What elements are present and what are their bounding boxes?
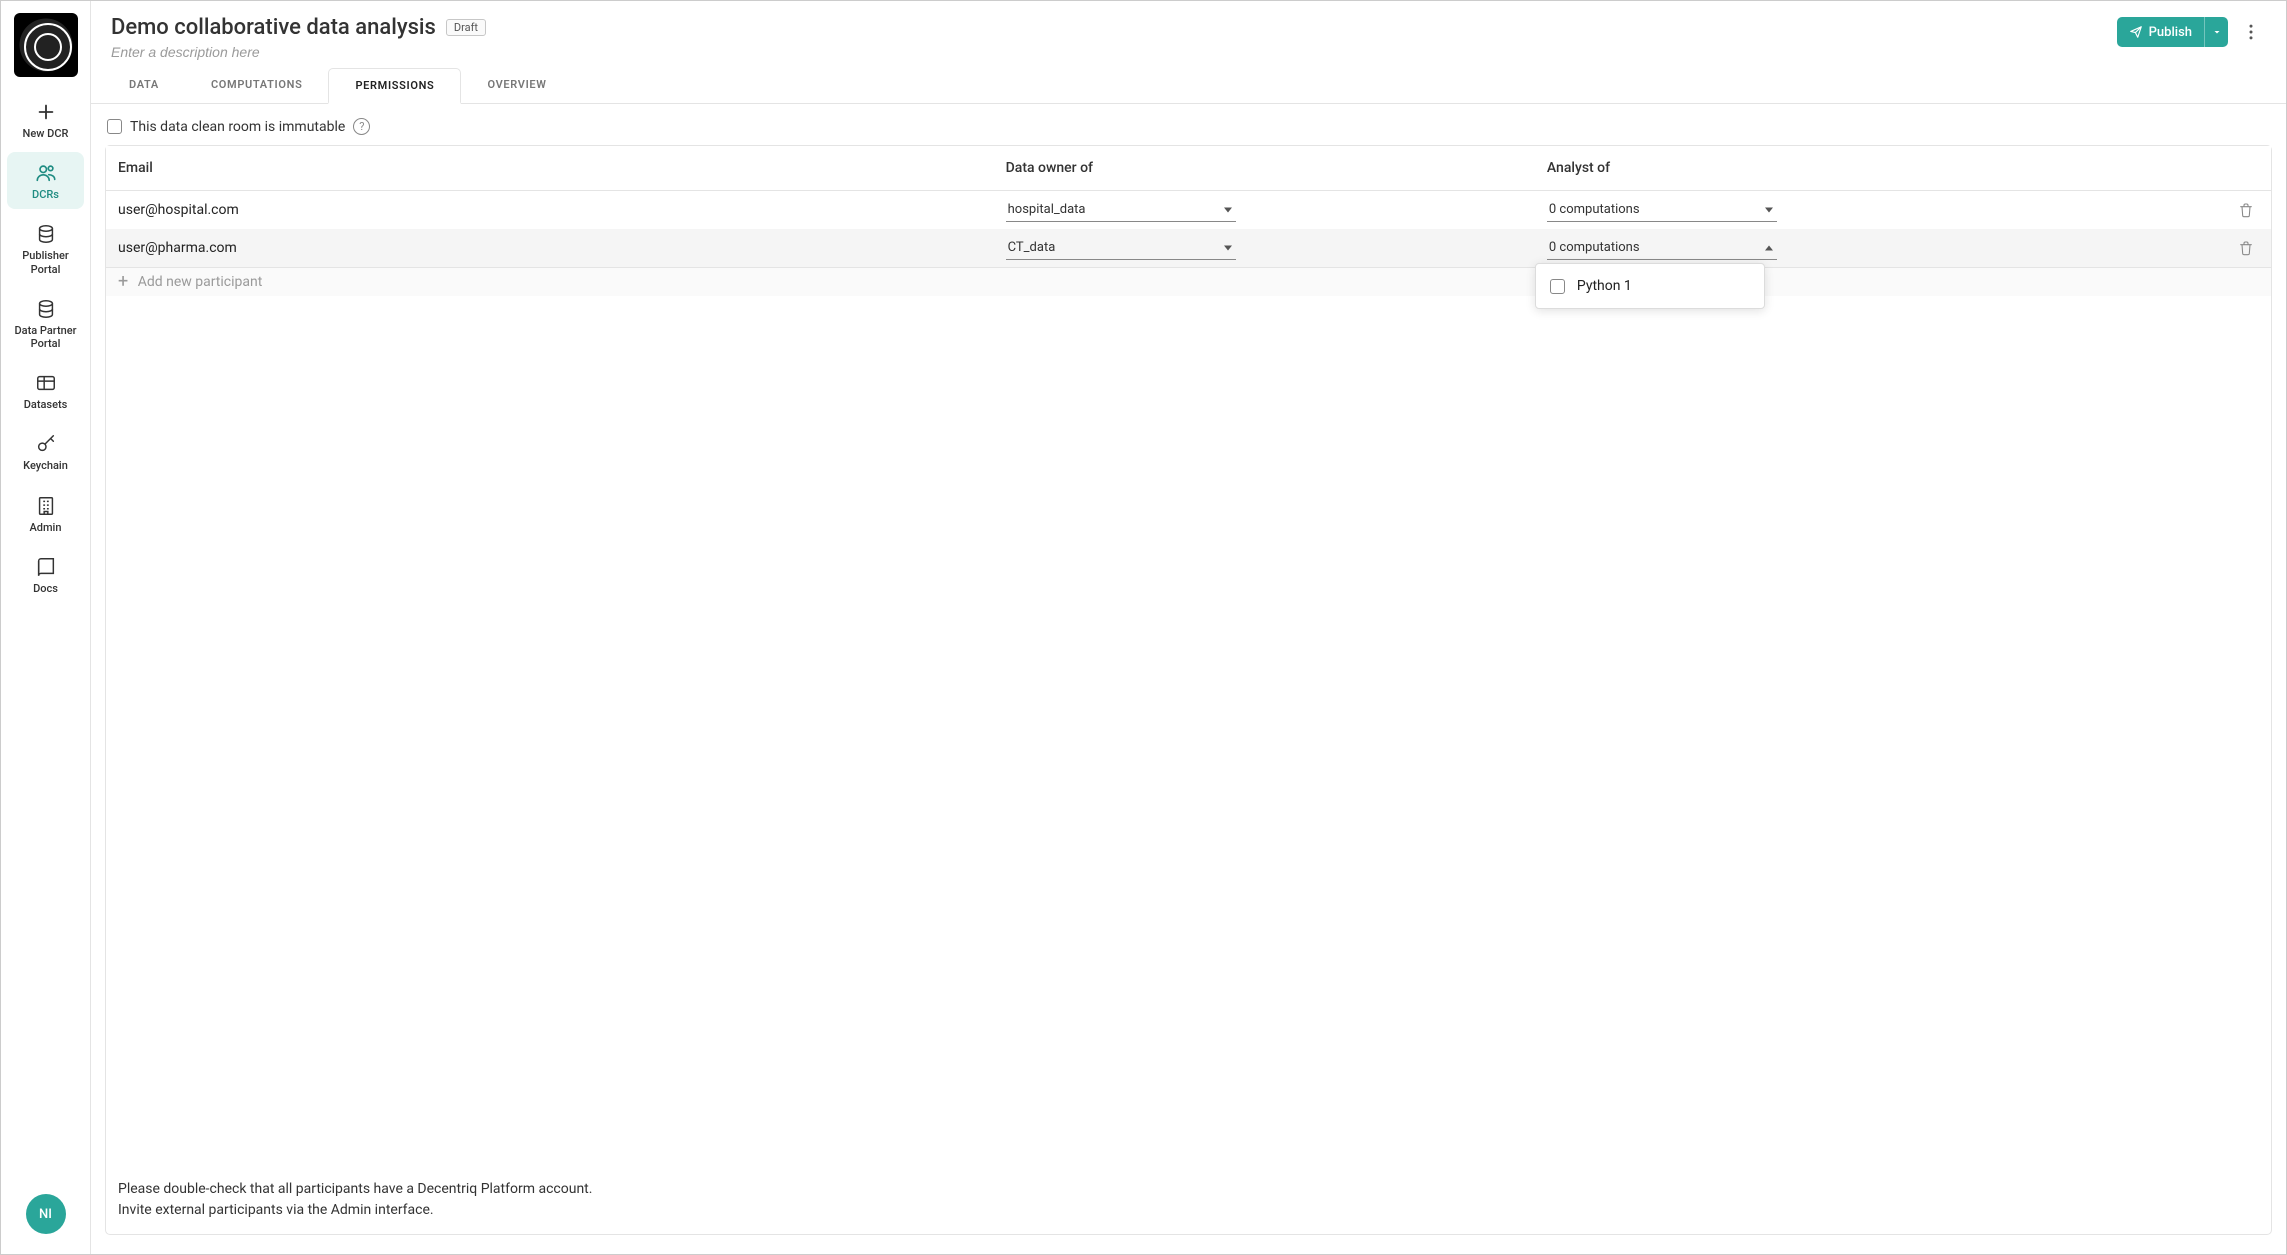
- app-root: New DCR DCRs Publisher Portal Data Partn…: [0, 0, 2287, 1255]
- dropdown-option[interactable]: Python 1: [1548, 274, 1752, 298]
- main: Demo collaborative data analysis Draft P…: [91, 1, 2286, 1254]
- book-icon: [35, 556, 57, 578]
- delete-row-button[interactable]: [2233, 197, 2259, 223]
- sidebar-item-label: Publisher Portal: [9, 249, 82, 275]
- sidebar-item-data-partner-portal[interactable]: Data Partner Portal: [7, 288, 84, 358]
- table-row: user@hospital.com hospital_data 0 comput…: [106, 191, 2271, 230]
- add-participant-cell[interactable]: + Add new participant: [106, 268, 2271, 297]
- analyst-select[interactable]: 0 computations: [1547, 198, 1777, 222]
- app-logo: [14, 13, 78, 77]
- plus-icon: [35, 101, 57, 123]
- sidebar-item-new-dcr[interactable]: New DCR: [7, 91, 84, 148]
- tab-permissions[interactable]: PERMISSIONS: [328, 68, 461, 104]
- footer-line-2: Invite external participants via the Adm…: [118, 1200, 2259, 1220]
- sidebar-items: New DCR DCRs Publisher Portal Data Partn…: [1, 87, 90, 607]
- table-row: user@pharma.com CT_data 0 computations: [106, 229, 2271, 268]
- tab-label: OVERVIEW: [487, 78, 546, 91]
- sidebar-item-label: DCRs: [32, 188, 59, 201]
- database-icon: [35, 298, 57, 320]
- immutable-checkbox[interactable]: [107, 119, 122, 134]
- users-icon: [35, 162, 57, 184]
- table-icon: [35, 372, 57, 394]
- cell-actions: [2076, 191, 2271, 230]
- cell-actions: [2076, 229, 2271, 268]
- cell-owner: CT_data: [994, 229, 1535, 268]
- option-checkbox[interactable]: [1550, 279, 1565, 294]
- col-header-analyst: Analyst of: [1535, 146, 2076, 191]
- owner-value: CT_data: [1008, 240, 1056, 255]
- cell-analyst: 0 computations Python 1: [1535, 229, 2076, 268]
- add-participant-label: Add new participant: [138, 274, 263, 290]
- key-icon: [35, 433, 57, 455]
- cell-email[interactable]: user@hospital.com: [106, 191, 994, 230]
- col-header-actions: [2076, 146, 2271, 191]
- cell-analyst: 0 computations: [1535, 191, 2076, 230]
- top-actions: Publish: [2117, 15, 2266, 47]
- page-title: Demo collaborative data analysis: [111, 15, 436, 40]
- immutable-row: This data clean room is immutable ?: [105, 116, 2272, 145]
- publish-button-main[interactable]: Publish: [2117, 17, 2204, 47]
- title-row: Demo collaborative data analysis Draft: [111, 15, 2105, 40]
- more-vertical-icon: [2241, 22, 2261, 42]
- footer-note: Please double-check that all participant…: [106, 1167, 2271, 1234]
- permissions-panel: Email Data owner of Analyst of user@hosp…: [105, 145, 2272, 1235]
- analyst-value: 0 computations: [1549, 240, 1640, 255]
- sidebar-item-datasets[interactable]: Datasets: [7, 362, 84, 419]
- building-icon: [35, 495, 57, 517]
- description-input[interactable]: [111, 40, 2105, 68]
- more-menu-button[interactable]: [2236, 17, 2266, 47]
- sidebar-item-admin[interactable]: Admin: [7, 485, 84, 542]
- trash-icon: [2238, 240, 2254, 256]
- help-icon[interactable]: ?: [353, 118, 370, 135]
- content: This data clean room is immutable ? Emai…: [91, 104, 2286, 1254]
- sidebar-item-docs[interactable]: Docs: [7, 546, 84, 603]
- sidebar-item-label: New DCR: [23, 127, 69, 140]
- tab-label: DATA: [129, 78, 159, 91]
- tab-label: PERMISSIONS: [355, 79, 434, 92]
- title-block: Demo collaborative data analysis Draft: [111, 15, 2105, 68]
- footer-line-1: Please double-check that all participant…: [118, 1179, 2259, 1199]
- sidebar-item-label: Admin: [29, 521, 61, 534]
- publish-caret[interactable]: [2204, 17, 2228, 47]
- tab-label: COMPUTATIONS: [211, 78, 303, 91]
- paper-plane-icon: [2129, 25, 2143, 39]
- topbar: Demo collaborative data analysis Draft P…: [91, 1, 2286, 68]
- add-participant-row[interactable]: + Add new participant: [106, 268, 2271, 297]
- sidebar-item-label: Data Partner Portal: [9, 324, 82, 350]
- database-icon: [35, 223, 57, 245]
- owner-select[interactable]: CT_data: [1006, 236, 1236, 260]
- sidebar-item-dcrs[interactable]: DCRs: [7, 152, 84, 209]
- analyst-dropdown: Python 1: [1535, 263, 1765, 309]
- trash-icon: [2238, 202, 2254, 218]
- sidebar-item-label: Datasets: [24, 398, 68, 411]
- tabs: DATA COMPUTATIONS PERMISSIONS OVERVIEW: [91, 68, 2286, 104]
- plus-icon: +: [118, 271, 128, 292]
- sidebar-item-label: Keychain: [23, 459, 68, 472]
- tab-computations[interactable]: COMPUTATIONS: [185, 68, 329, 103]
- cell-email[interactable]: user@pharma.com: [106, 229, 994, 268]
- immutable-label: This data clean room is immutable: [130, 119, 345, 135]
- analyst-select[interactable]: 0 computations: [1547, 236, 1777, 260]
- table-header-row: Email Data owner of Analyst of: [106, 146, 2271, 191]
- status-badge: Draft: [446, 19, 486, 36]
- sidebar-item-publisher-portal[interactable]: Publisher Portal: [7, 213, 84, 283]
- publish-label: Publish: [2149, 25, 2192, 40]
- tab-overview[interactable]: OVERVIEW: [461, 68, 572, 103]
- col-header-email: Email: [106, 146, 994, 191]
- owner-select[interactable]: hospital_data: [1006, 198, 1236, 222]
- delete-row-button[interactable]: [2233, 235, 2259, 261]
- sidebar-item-label: Docs: [33, 582, 58, 595]
- user-avatar[interactable]: NI: [26, 1194, 66, 1234]
- col-header-owner: Data owner of: [994, 146, 1535, 191]
- cell-owner: hospital_data: [994, 191, 1535, 230]
- analyst-value: 0 computations: [1549, 202, 1640, 217]
- publish-button[interactable]: Publish: [2117, 17, 2228, 47]
- sidebar: New DCR DCRs Publisher Portal Data Partn…: [1, 1, 91, 1254]
- option-label: Python 1: [1577, 278, 1632, 294]
- tab-data[interactable]: DATA: [103, 68, 185, 103]
- avatar-initials: NI: [39, 1207, 52, 1222]
- sidebar-item-keychain[interactable]: Keychain: [7, 423, 84, 480]
- owner-value: hospital_data: [1008, 202, 1086, 217]
- permissions-table: Email Data owner of Analyst of user@hosp…: [106, 146, 2271, 296]
